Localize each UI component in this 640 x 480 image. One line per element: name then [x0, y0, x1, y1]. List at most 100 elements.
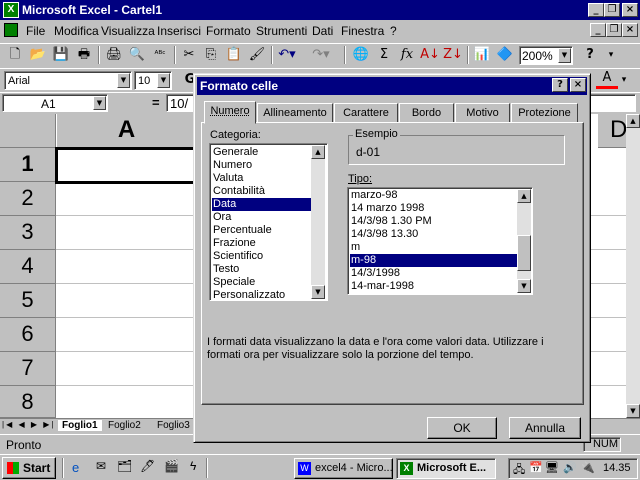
drawing-icon[interactable]: 🔷	[494, 44, 516, 66]
close-button[interactable]: ×	[622, 3, 638, 17]
row-header-3[interactable]: 3	[0, 216, 56, 250]
category-item[interactable]: Percentuale	[212, 224, 272, 237]
font-color-dropdown-icon[interactable]: ▾	[617, 69, 631, 91]
row-header-8[interactable]: 8	[0, 386, 56, 418]
new-icon[interactable]: 🗋	[4, 44, 26, 66]
column-header-a[interactable]: A	[57, 114, 197, 148]
category-item[interactable]: Personalizzato	[212, 289, 285, 302]
column-header-d[interactable]: D	[598, 114, 628, 148]
format-painter-icon[interactable]: 🖌	[246, 44, 268, 66]
hyperlink-icon[interactable]: 🌐	[350, 44, 372, 66]
ok-button[interactable]: OK	[427, 417, 497, 439]
tray-network-icon[interactable]: 🖧	[513, 461, 525, 480]
tab-protezione[interactable]: Protezione	[511, 103, 578, 123]
minimize-button[interactable]: _	[588, 3, 604, 17]
more-buttons-icon[interactable]: ▾	[600, 44, 622, 66]
tray-power-icon[interactable]: 🔌	[581, 461, 595, 474]
cancel-button[interactable]: Annulla	[509, 417, 581, 439]
undo-icon[interactable]: ↶▾	[276, 44, 298, 66]
spelling-icon[interactable]: ᴬᴮᶜ	[149, 44, 171, 66]
start-button[interactable]: Start	[2, 457, 56, 479]
tipo-item[interactable]: 14 marzo 1998	[350, 202, 424, 215]
tipo-item[interactable]: marzo-98	[350, 189, 397, 202]
tipo-scrollbar[interactable]: ▲ ▼	[517, 189, 531, 293]
tipo-list[interactable]: marzo-98 14 marzo 1998 14/3/98 1.30 PM 1…	[347, 187, 533, 295]
tipo-scroll-thumb[interactable]	[517, 235, 531, 271]
dialog-close-button[interactable]: ×	[570, 78, 586, 92]
tray-volume-icon[interactable]: 🔊	[563, 461, 577, 474]
chart-wizard-icon[interactable]: 📊	[471, 44, 493, 66]
scroll-down-icon[interactable]: ▼	[626, 404, 640, 418]
category-item[interactable]: Generale	[212, 146, 258, 159]
open-icon[interactable]: 📂	[27, 44, 49, 66]
category-item[interactable]: Valuta	[212, 172, 243, 185]
font-select[interactable]: Arial ▼	[4, 71, 132, 90]
tipo-scroll-down-icon[interactable]: ▼	[517, 279, 531, 293]
copy-icon[interactable]: ⎘	[200, 44, 222, 66]
tab-bordo[interactable]: Bordo	[399, 103, 454, 123]
row-header-6[interactable]: 6	[0, 318, 56, 352]
ie-icon[interactable]: e	[72, 460, 79, 475]
clock[interactable]: 14.35	[603, 462, 631, 474]
category-item[interactable]: Numero	[212, 159, 252, 172]
tab-numero[interactable]: Numero	[204, 101, 256, 124]
tab-carattere[interactable]: Carattere	[334, 103, 398, 123]
category-item[interactable]: Ora	[212, 211, 231, 224]
menu-strumenti[interactable]: Strumenti	[256, 24, 307, 38]
category-scrollbar[interactable]: ▲ ▼	[311, 145, 325, 299]
tipo-item[interactable]: 14/3/98 1.30 PM	[350, 215, 432, 228]
menu-help[interactable]: ?	[390, 24, 397, 38]
menu-visualizza[interactable]: Visualizza	[101, 24, 155, 38]
row-header-7[interactable]: 7	[0, 352, 56, 386]
tab-motivo[interactable]: Motivo	[455, 103, 510, 123]
tipo-item[interactable]: 14-mar-1998	[350, 280, 414, 293]
menu-inserisci[interactable]: Inserisci	[157, 24, 201, 38]
tipo-scroll-up-icon[interactable]: ▲	[517, 189, 531, 203]
task-excel[interactable]: X Microsoft E...	[396, 458, 496, 479]
tray-display-icon[interactable]: 🖥	[545, 461, 559, 474]
category-item[interactable]: Scientifico	[212, 250, 263, 263]
zoom-dropdown-icon[interactable]: ▼	[558, 48, 571, 63]
category-item[interactable]: Contabilità	[212, 185, 265, 198]
tray-scheduler-icon[interactable]: 📅	[529, 461, 543, 474]
paste-icon[interactable]: 📋	[223, 44, 245, 66]
name-box-dropdown-icon[interactable]: ▼	[93, 96, 106, 110]
font-color-icon[interactable]: A	[596, 69, 618, 89]
zoom-select[interactable]: 200% ▼	[519, 46, 573, 65]
sheet-tab-foglio3[interactable]: Foglio3	[157, 420, 190, 431]
menu-formato[interactable]: Formato	[206, 24, 251, 38]
menu-modifica[interactable]: Modifica	[54, 24, 99, 38]
category-list[interactable]: Generale Numero Valuta Contabilità Data …	[209, 143, 328, 301]
menu-file[interactable]: File	[26, 24, 45, 38]
task-word[interactable]: W excel4 - Micro...	[294, 458, 393, 479]
dialog-help-button[interactable]: ?	[552, 78, 568, 92]
font-size-select[interactable]: 10 ▼	[134, 71, 172, 90]
cut-icon[interactable]: ✂	[178, 44, 200, 66]
explorer-icon[interactable]: 🗂	[117, 459, 132, 473]
print-preview-icon[interactable]: 🖶	[73, 44, 95, 66]
print-icon[interactable]: 🖨	[103, 44, 125, 66]
row-header-2[interactable]: 2	[0, 182, 56, 216]
active-cell-a1[interactable]	[55, 147, 199, 184]
select-all-corner[interactable]	[0, 114, 56, 148]
sort-descending-icon[interactable]: Z↓	[442, 44, 464, 66]
grid-vertical-scrollbar[interactable]: ▲ ▼	[626, 114, 640, 418]
redo-icon[interactable]: ↷▾	[310, 44, 332, 66]
tipo-item[interactable]: m	[350, 241, 360, 254]
menu-finestra[interactable]: Finestra	[341, 24, 384, 38]
preview-icon[interactable]: 🔍	[126, 44, 148, 66]
doc-close-button[interactable]: ×	[622, 23, 638, 37]
autosum-icon[interactable]: Σ	[373, 44, 395, 66]
category-item[interactable]: Speciale	[212, 276, 255, 289]
channels-icon[interactable]: 🎬	[164, 459, 179, 473]
desktop-icon[interactable]: 🖊	[140, 459, 155, 473]
category-item-selected[interactable]: Data	[212, 198, 312, 211]
scroll-up-icon[interactable]: ▲	[626, 114, 640, 128]
category-item[interactable]: Testo	[212, 263, 239, 276]
help-icon[interactable]: ?	[579, 44, 601, 66]
size-dropdown-icon[interactable]: ▼	[157, 73, 170, 88]
function-icon[interactable]: fx	[396, 44, 418, 66]
category-scroll-up-icon[interactable]: ▲	[311, 145, 325, 159]
tipo-item[interactable]: 14/3/1998	[350, 267, 400, 280]
sheet-nav-icons[interactable]: |◀ ◀ ▶ ▶|	[2, 420, 55, 429]
